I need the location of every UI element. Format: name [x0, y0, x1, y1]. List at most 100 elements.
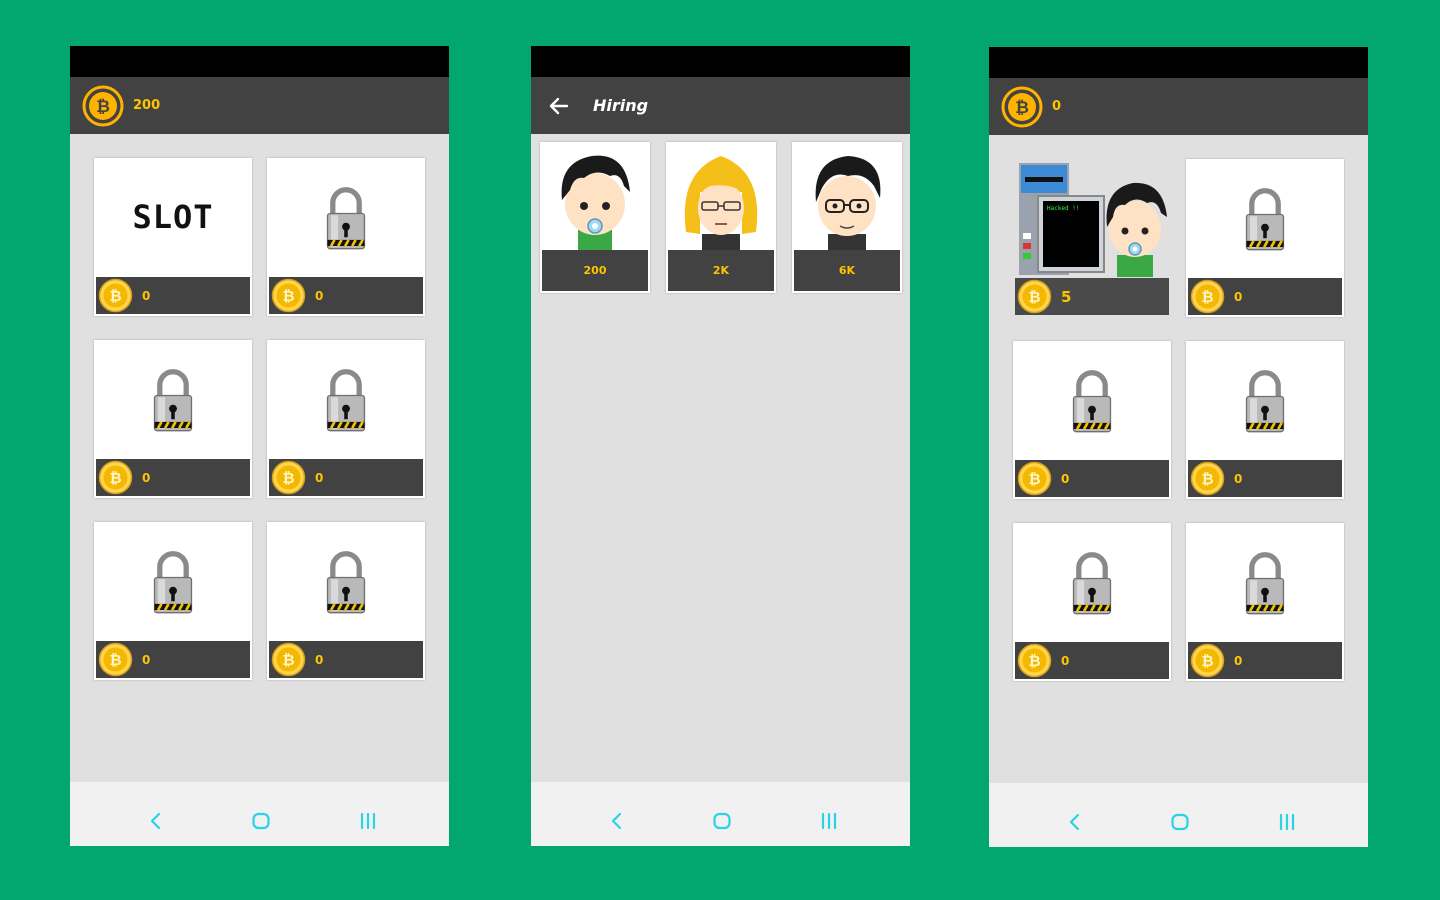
man-avatar-icon [815, 156, 881, 250]
locked-slot-card[interactable]: ₿ 0 [94, 522, 252, 680]
system-nav-bar [531, 782, 910, 846]
bitcoin-icon: ₿ [1190, 279, 1225, 314]
hire-card-man[interactable]: 6K [792, 142, 902, 293]
svg-text:₿: ₿ [1201, 470, 1213, 488]
phone-screen-slots: ₿ 200 SLOT ₿ 0 ₿ 0 ₿ 0 ₿ 0 ₿ 0 ₿ 0 [70, 46, 449, 846]
back-arrow-icon[interactable] [547, 94, 571, 118]
padlock-icon [1072, 552, 1112, 615]
bitcoin-icon: ₿ [1001, 86, 1043, 128]
padlock-icon [326, 551, 366, 614]
hire-card-blonde[interactable]: 2K [666, 142, 776, 293]
svg-text:₿: ₿ [109, 651, 121, 669]
bitcoin-icon: ₿ [271, 642, 306, 677]
card-price: 0 [142, 470, 151, 485]
slot-logo: SLOT [94, 158, 252, 276]
card-price-bar: ₿ 0 [96, 277, 250, 314]
blonde-avatar-icon [684, 156, 758, 250]
boy-avatar-icon [561, 155, 630, 250]
bitcoin-icon: ₿ [1017, 643, 1052, 678]
coin-balance: 0 [1052, 99, 1062, 114]
svg-text:₿: ₿ [1201, 652, 1213, 670]
card-price: 0 [1061, 653, 1070, 668]
computer-monitor: Hacked !! [1037, 195, 1105, 273]
hire-price: 200 [542, 250, 648, 291]
card-price: 0 [1234, 653, 1243, 668]
locked-slot-card[interactable]: ₿ 0 [1013, 523, 1171, 681]
bitcoin-icon: ₿ [82, 85, 124, 127]
app-bar: ₿ 0 [989, 78, 1368, 135]
status-bar [70, 46, 449, 77]
padlock-icon [1245, 370, 1285, 433]
hire-list: 200 2K 6K [540, 142, 902, 293]
svg-text:₿: ₿ [1028, 288, 1040, 306]
nav-back-icon[interactable] [606, 810, 628, 832]
svg-text:₿: ₿ [96, 97, 110, 117]
svg-text:₿: ₿ [1028, 470, 1040, 488]
card-price-bar: ₿ 5 [1015, 278, 1169, 315]
card-price: 0 [1234, 471, 1243, 486]
nav-recents-icon[interactable] [1276, 811, 1298, 833]
locked-slot-card[interactable]: ₿ 0 [1186, 523, 1344, 681]
status-bar [989, 47, 1368, 78]
card-price: 0 [142, 652, 151, 667]
svg-text:₿: ₿ [109, 287, 121, 305]
svg-text:₿: ₿ [109, 469, 121, 487]
hacker-station-card[interactable]: Hacked !! ₿ 5 [1013, 159, 1171, 317]
nav-home-icon[interactable] [1169, 811, 1191, 833]
padlock-icon [1245, 552, 1285, 615]
bitcoin-icon: ₿ [98, 460, 133, 495]
bitcoin-icon: ₿ [1190, 461, 1225, 496]
padlock-icon [1072, 370, 1112, 433]
locked-slot-card[interactable]: ₿ 0 [1186, 341, 1344, 499]
hire-price: 2K [668, 250, 774, 291]
app-bar: ₿ 200 [70, 77, 449, 134]
hire-card-boy[interactable]: 200 [540, 142, 650, 293]
nav-home-icon[interactable] [711, 810, 733, 832]
locked-slot-card[interactable]: ₿ 0 [94, 340, 252, 498]
coin-balance: 200 [133, 98, 161, 113]
app-bar: Hiring [531, 77, 910, 134]
locked-slot-card[interactable]: ₿ 0 [1013, 341, 1171, 499]
locked-slot-card[interactable]: ₿ 0 [267, 522, 425, 680]
boy-avatar-icon [1106, 182, 1167, 277]
nav-home-icon[interactable] [250, 810, 272, 832]
svg-text:₿: ₿ [1015, 98, 1029, 118]
svg-text:₿: ₿ [282, 651, 294, 669]
card-price: 0 [315, 288, 324, 303]
svg-text:₿: ₿ [1028, 652, 1040, 670]
nav-back-icon[interactable] [1064, 811, 1086, 833]
bitcoin-icon: ₿ [1017, 279, 1052, 314]
nav-back-icon[interactable] [145, 810, 167, 832]
card-price: 0 [315, 470, 324, 485]
card-price: 0 [1234, 289, 1243, 304]
locked-slot-card[interactable]: ₿ 0 [1186, 159, 1344, 317]
monitor-screen-text: Hacked !! [1043, 201, 1099, 267]
card-price: 0 [315, 652, 324, 667]
locked-slot-card[interactable]: ₿ 0 [267, 340, 425, 498]
bitcoin-icon: ₿ [1190, 643, 1225, 678]
page-title: Hiring [593, 96, 649, 115]
bitcoin-icon: ₿ [271, 460, 306, 495]
system-nav-bar [70, 782, 449, 846]
nav-recents-icon[interactable] [818, 810, 840, 832]
padlock-icon [153, 551, 193, 614]
phone-screen-hiring: Hiring 200 2K 6K [531, 46, 910, 846]
svg-text:₿: ₿ [282, 287, 294, 305]
bitcoin-icon: ₿ [98, 642, 133, 677]
bitcoin-icon: ₿ [1017, 461, 1052, 496]
nav-recents-icon[interactable] [357, 810, 379, 832]
locked-slot-card[interactable]: ₿ 0 [267, 158, 425, 316]
card-price: 0 [142, 288, 151, 303]
slot-grid: Hacked !! ₿ 5 ₿ 0 ₿ 0 ₿ 0 ₿ 0 ₿ 0 [1013, 159, 1344, 681]
hire-price: 6K [794, 250, 900, 291]
slot-grid: SLOT ₿ 0 ₿ 0 ₿ 0 ₿ 0 ₿ 0 ₿ 0 [94, 158, 425, 680]
padlock-icon [326, 187, 366, 250]
padlock-icon [1245, 188, 1285, 251]
padlock-icon [326, 369, 366, 432]
card-income: 5 [1061, 287, 1072, 306]
slot-logo-text: SLOT [132, 198, 214, 236]
svg-text:₿: ₿ [282, 469, 294, 487]
slot-card[interactable]: SLOT ₿ 0 [94, 158, 252, 316]
bitcoin-icon: ₿ [98, 278, 133, 313]
bitcoin-icon: ₿ [271, 278, 306, 313]
